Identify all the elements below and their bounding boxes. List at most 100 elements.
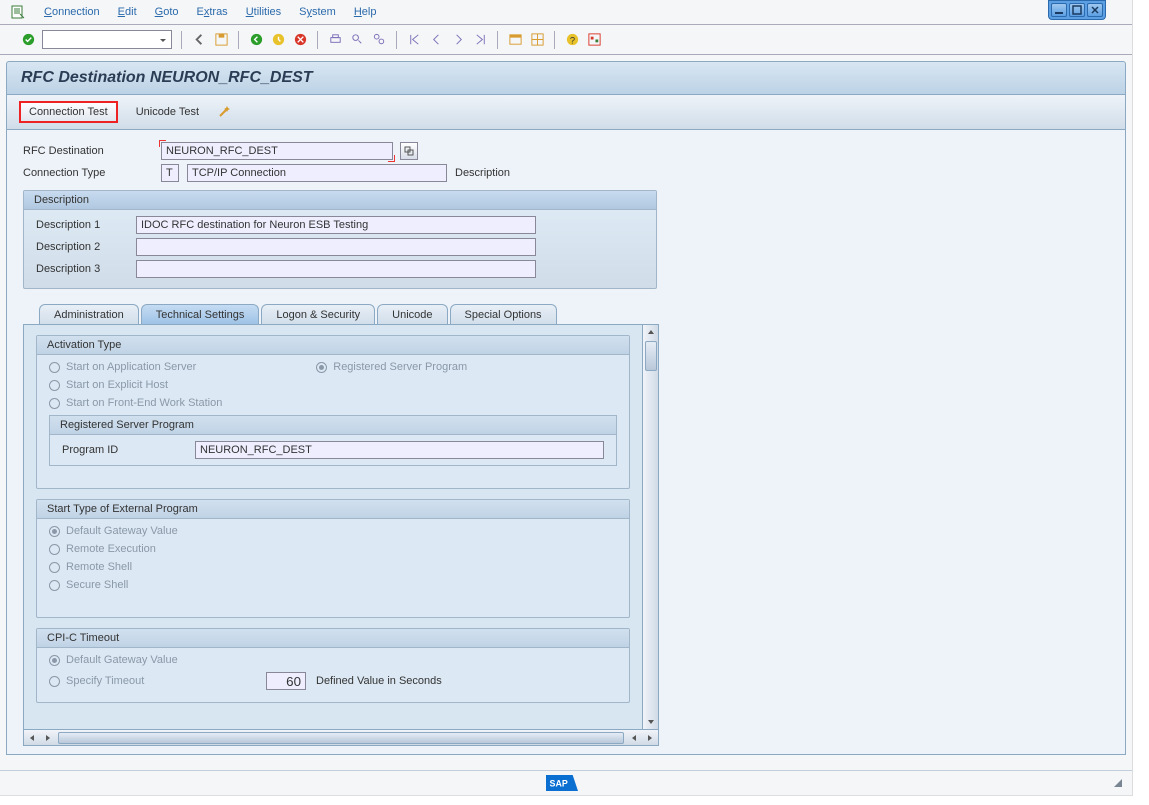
back-icon[interactable] [191, 32, 207, 48]
registered-server-title: Registered Server Program [50, 416, 616, 435]
back-green-icon[interactable] [248, 32, 264, 48]
menu-extras[interactable]: Extras [197, 6, 228, 18]
svg-text:SAP: SAP [550, 779, 568, 789]
remote-shell-label: Remote Shell [66, 561, 132, 573]
program-id-field[interactable]: NEURON_RFC_DEST [195, 441, 604, 459]
cpic-specify-label: Specify Timeout [66, 675, 266, 687]
rfc-destination-field[interactable]: NEURON_RFC_DEST [161, 142, 393, 160]
cpic-timeout-title: CPI-C Timeout [37, 629, 629, 648]
vertical-scrollbar[interactable] [643, 324, 659, 730]
activation-type-title: Activation Type [37, 336, 629, 355]
defined-value-label: Defined Value in Seconds [316, 675, 442, 687]
page-title: RFC Destination NEURON_RFC_DEST [21, 69, 1111, 87]
start-type-group: Start Type of External Program Default G… [36, 499, 630, 618]
start-type-title: Start Type of External Program [37, 500, 629, 519]
scroll-thumb[interactable] [645, 341, 657, 371]
help-icon[interactable]: ? [564, 32, 580, 48]
resize-gripper-icon[interactable] [1114, 779, 1122, 787]
description-groupbox: Description Description 1IDOC RFC destin… [23, 190, 657, 289]
scroll-up-icon[interactable] [643, 325, 659, 339]
radio-start-app-server[interactable] [49, 362, 60, 373]
default-gateway-label: Default Gateway Value [66, 525, 178, 537]
description1-label: Description 1 [36, 219, 136, 231]
description2-field[interactable] [136, 238, 536, 256]
scroll-left-icon[interactable] [24, 731, 40, 745]
wand-icon[interactable] [217, 105, 231, 119]
connection-test-button[interactable]: Connection Test [19, 101, 118, 123]
radio-remote-shell[interactable] [49, 562, 60, 573]
menu-goto[interactable]: Goto [155, 6, 179, 18]
start-app-server-label: Start on Application Server [66, 361, 196, 373]
description3-field[interactable] [136, 260, 536, 278]
cpic-timeout-group: CPI-C Timeout Default Gateway Value Spec… [36, 628, 630, 703]
svg-text:?: ? [569, 35, 574, 45]
registered-server-label: Registered Server Program [333, 361, 467, 373]
new-session-icon[interactable] [507, 32, 523, 48]
title-panel: RFC Destination NEURON_RFC_DEST [6, 61, 1126, 95]
menu-bar: Connection Edit Goto Extras Utilities Sy… [0, 0, 1132, 25]
status-bar: SAP [0, 770, 1132, 795]
maximize-button[interactable] [1069, 3, 1085, 17]
start-explicit-label: Start on Explicit Host [66, 379, 168, 391]
radio-secure-shell[interactable] [49, 580, 60, 591]
find-next-icon[interactable] [371, 32, 387, 48]
next-page-icon[interactable] [450, 32, 466, 48]
prev-page-icon[interactable] [428, 32, 444, 48]
description-side-label: Description [455, 167, 510, 179]
tab-technical-settings[interactable]: Technical Settings [141, 304, 260, 325]
cpic-default-label: Default Gateway Value [66, 654, 178, 666]
horizontal-scrollbar[interactable] [23, 730, 659, 746]
description1-field[interactable]: IDOC RFC destination for Neuron ESB Test… [136, 216, 536, 234]
scroll-right-icon[interactable] [642, 731, 658, 745]
connection-type-label: Connection Type [23, 167, 153, 179]
remote-exec-label: Remote Execution [66, 543, 156, 555]
unicode-test-button[interactable]: Unicode Test [128, 103, 207, 121]
timeout-field[interactable] [266, 672, 306, 690]
description-group-title: Description [24, 191, 656, 210]
start-frontend-label: Start on Front-End Work Station [66, 397, 222, 409]
f4-help-button[interactable] [400, 142, 418, 160]
settings-icon[interactable] [586, 32, 602, 48]
radio-cpic-specify[interactable] [49, 676, 60, 687]
print-icon[interactable] [327, 32, 343, 48]
connection-type-text[interactable]: TCP/IP Connection [187, 164, 447, 182]
program-id-label: Program ID [62, 444, 195, 456]
close-button[interactable] [1087, 3, 1103, 17]
tab-administration[interactable]: Administration [39, 304, 139, 325]
exit-icon[interactable] [270, 32, 286, 48]
cancel-icon[interactable] [292, 32, 308, 48]
menu-connection[interactable]: Connection [44, 6, 100, 18]
radio-default-gateway[interactable] [49, 526, 60, 537]
save-icon[interactable] [213, 32, 229, 48]
last-page-icon[interactable] [472, 32, 488, 48]
scroll-left2-icon[interactable] [626, 731, 642, 745]
enter-icon[interactable] [20, 32, 36, 48]
menu-edit[interactable]: Edit [118, 6, 137, 18]
menu-icon[interactable] [10, 4, 26, 20]
menu-help[interactable]: Help [354, 6, 377, 18]
tab-logon-security[interactable]: Logon & Security [261, 304, 375, 325]
rfc-destination-label: RFC Destination [23, 145, 153, 157]
menu-utilities[interactable]: Utilities [246, 6, 281, 18]
activation-type-group: Activation Type Start on Application Ser… [36, 335, 630, 489]
radio-remote-exec[interactable] [49, 544, 60, 555]
window-controls [1048, 0, 1106, 20]
description3-label: Description 3 [36, 263, 136, 275]
connection-type-code[interactable]: T [161, 164, 179, 182]
minimize-button[interactable] [1051, 3, 1067, 17]
h-scroll-thumb[interactable] [58, 732, 624, 744]
layout-icon[interactable] [529, 32, 545, 48]
scroll-down-icon[interactable] [643, 715, 659, 729]
menu-system[interactable]: System [299, 6, 336, 18]
tab-special-options[interactable]: Special Options [450, 304, 557, 325]
command-field[interactable] [42, 30, 172, 49]
tab-unicode[interactable]: Unicode [377, 304, 447, 325]
radio-start-explicit[interactable] [49, 380, 60, 391]
radio-registered-server[interactable] [316, 362, 327, 373]
find-icon[interactable] [349, 32, 365, 48]
radio-start-frontend[interactable] [49, 398, 60, 409]
standard-toolbar: ? [0, 25, 1132, 55]
registered-server-subgroup: Registered Server Program Program ID NEU… [49, 415, 617, 466]
radio-cpic-default[interactable] [49, 655, 60, 666]
first-page-icon[interactable] [406, 32, 422, 48]
